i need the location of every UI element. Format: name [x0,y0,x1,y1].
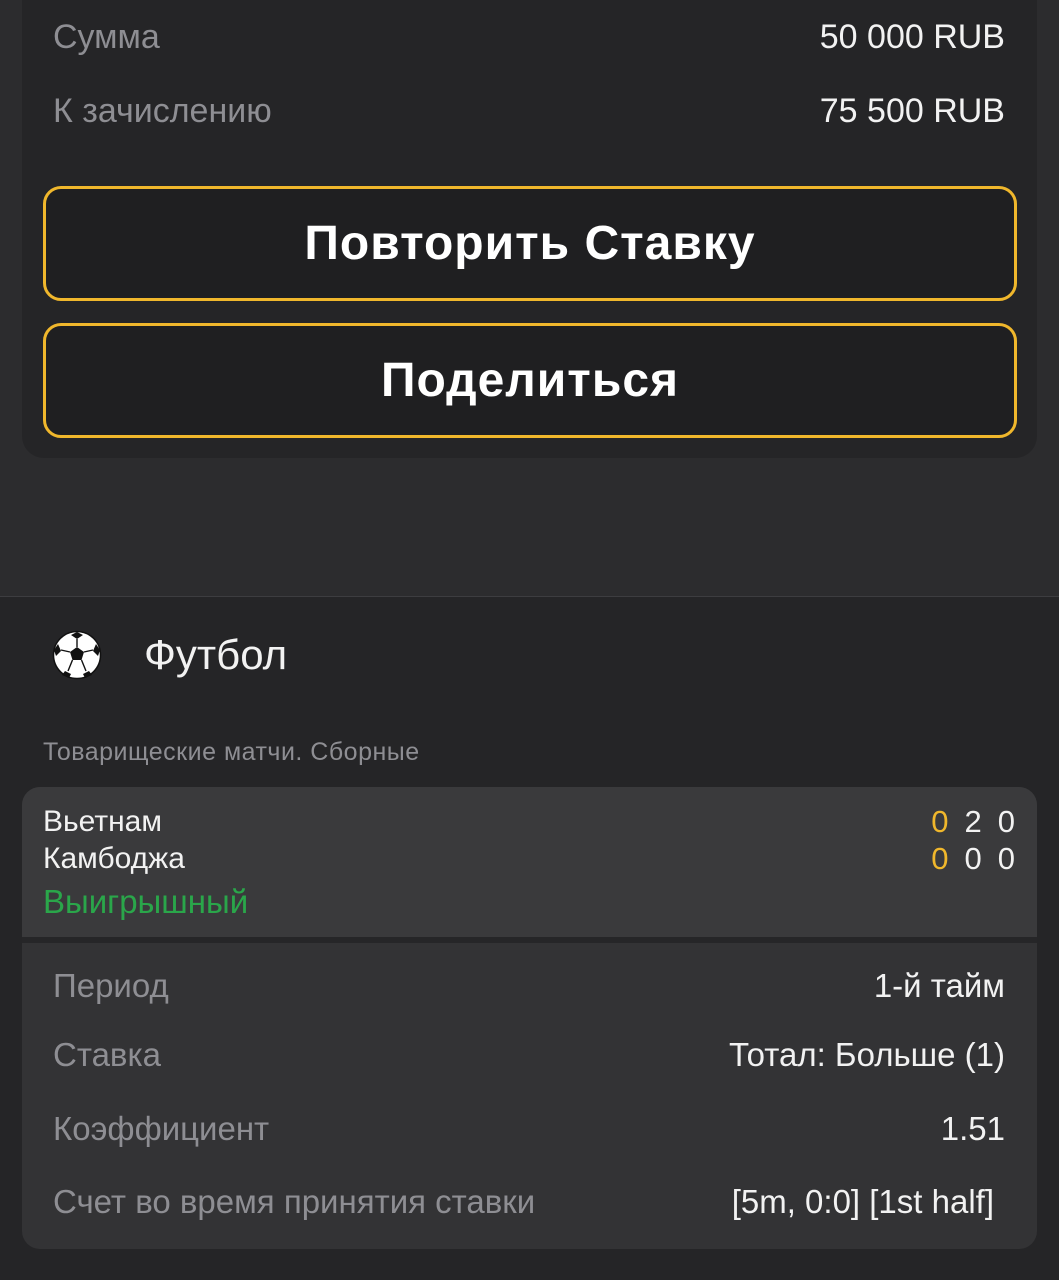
bet-value: Тотал: Больше (1) [729,1036,1005,1073]
coefficient-label: Коэффициент [53,1110,270,1147]
team-home: Вьетнам [43,805,162,838]
credit-row: К зачислению 75 500 RUB [53,92,1005,131]
coefficient-value: 1.51 [940,1110,1005,1147]
score-at-bet-row: Счет во время принятия ставки [5m, 0:0] … [53,1183,994,1221]
score-at-bet-label: Счет во время принятия ставки [53,1183,536,1220]
credit-value: 75 500 RUB [819,92,1005,130]
repeat-bet-button[interactable]: Повторить Ставку [43,186,1017,301]
away-score-row: 0 0 0 [931,841,1015,877]
bet-label: Ставка [53,1036,161,1073]
away-score-current: 0 [931,841,949,876]
away-score-period-2: 0 [997,841,1015,876]
bet-status: Выигрышный [43,883,249,920]
match-separator [22,937,1037,943]
period-value: 1-й тайм [873,967,1005,1004]
bet-row: Ставка Тотал: Больше (1) [53,1036,1005,1074]
sum-value: 50 000 RUB [819,18,1005,56]
home-score-current: 0 [931,804,949,839]
home-score-row: 0 2 0 [931,804,1015,840]
coefficient-row: Коэффициент 1.51 [53,1110,1005,1148]
bet-details-screen: Сумма 50 000 RUB К зачислению 75 500 RUB… [0,0,1059,1280]
event-section: Футбол Товарищеские матчи. Сборные Вьетн… [0,597,1059,1280]
bet-summary-card: Сумма 50 000 RUB К зачислению 75 500 RUB… [22,0,1037,458]
sum-row: Сумма 50 000 RUB [53,18,1005,57]
match-header: Вьетнам Камбоджа Выигрышный 0 2 0 0 0 0 [22,787,1037,937]
team-away: Камбоджа [43,842,185,875]
period-row: Период 1-й тайм [53,967,1005,1005]
soccer-ball-icon [52,630,102,680]
sport-header: Футбол [52,630,287,680]
score-at-bet-value: [5m, 0:0] [1st half] [731,1183,994,1220]
sum-label: Сумма [53,18,160,56]
league-name: Товарищеские матчи. Сборные [43,738,420,766]
sport-title: Футбол [144,631,288,678]
match-card: Вьетнам Камбоджа Выигрышный 0 2 0 0 0 0 … [22,787,1037,1249]
credit-label: К зачислению [53,92,272,130]
home-score-period-2: 0 [997,804,1015,839]
share-button[interactable]: Поделиться [43,323,1017,438]
away-score-period-1: 0 [964,841,982,876]
home-score-period-1: 2 [964,804,982,839]
period-label: Период [53,967,169,1004]
